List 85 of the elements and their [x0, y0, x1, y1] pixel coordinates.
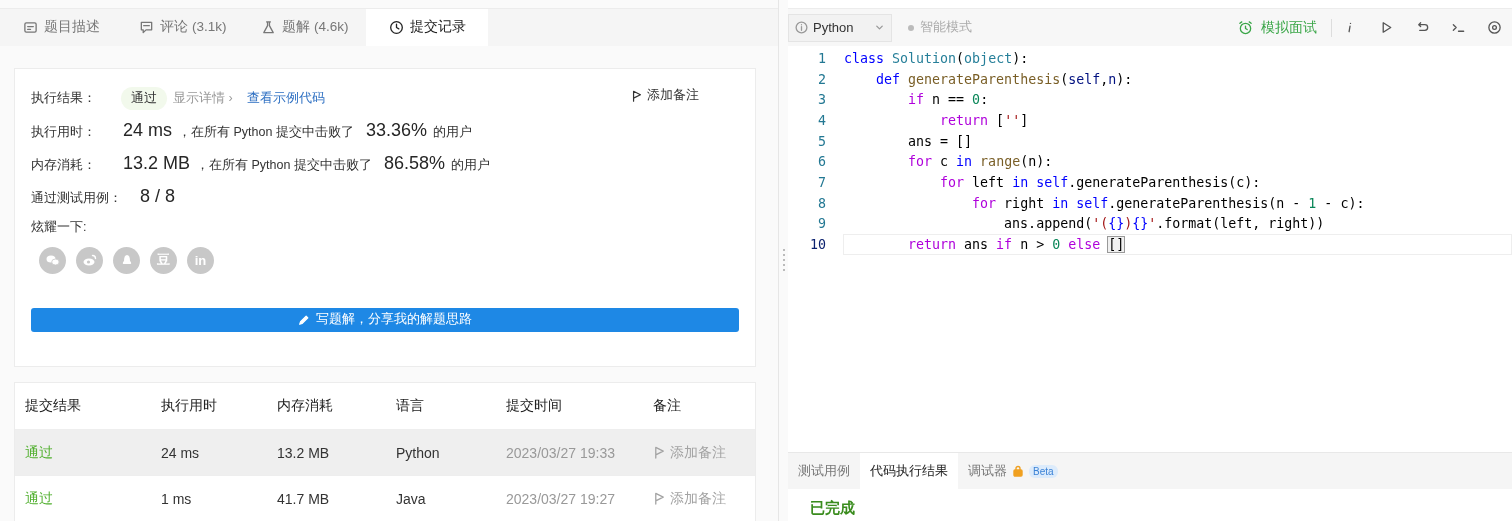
code-line: for left in self.generateParenthesis(c):: [939, 173, 1262, 192]
column-header: 备注: [653, 397, 682, 415]
comment-icon: [139, 19, 155, 35]
result-label: 执行结果：: [31, 89, 97, 107]
code-line: class Solution(object):: [843, 49, 1030, 68]
memory-text: ，在所有 Python 提交中击败了: [196, 156, 372, 174]
memory-percent: 86.58%: [383, 152, 445, 174]
table-cell-text: 24 ms: [161, 444, 201, 461]
column-header: 执行用时: [161, 397, 218, 415]
code-line: def generateParenthesis(self,n):: [875, 70, 1134, 89]
line-number: 6: [817, 154, 826, 170]
line-number: 1: [817, 50, 826, 66]
runtime-percent: 33.36%: [365, 119, 427, 141]
splitter-handle[interactable]: [778, 0, 788, 521]
memory-suffix: 的用户: [451, 156, 490, 174]
tab[interactable]: 评论 (3.1k): [122, 9, 244, 46]
status-badge: 通过: [121, 86, 167, 110]
status-cell-text: 通过: [25, 489, 54, 508]
flask-icon: [261, 19, 277, 35]
column-header: 语言: [396, 397, 425, 415]
details-link[interactable]: 显示详情 ›: [173, 89, 233, 107]
column-header: 提交时间: [506, 397, 563, 415]
table-cell-text: 2023/03/27 19:33: [506, 444, 616, 461]
table-cell-text: 41.7 MB: [277, 490, 331, 507]
chat-bubbles-icon[interactable]: [39, 246, 66, 274]
code-line: return ['']: [939, 111, 1030, 130]
table-row[interactable]: 通过 24 ms 13.2 MB Python 2023/03/27 19:33 添加备注: [15, 429, 755, 475]
code-line: for right in self.generateParenthesis(n - 1 - c):: [971, 194, 1366, 213]
write-solution-button[interactable]: 写题解，分享我的解题思路: [31, 307, 739, 332]
flag-icon: [653, 492, 666, 505]
info-icon: [795, 21, 808, 34]
runtime-suffix: 的用户: [432, 123, 472, 141]
add-note-button[interactable]: 添加备注: [653, 489, 726, 508]
runtime-label: 执行用时：: [31, 123, 97, 141]
table-cell-text: 13.2 MB: [277, 444, 331, 461]
table-cell-text: 1 ms: [161, 490, 193, 507]
column-header: 提交结果: [25, 397, 82, 415]
chevron-down-icon: [874, 22, 885, 33]
tab[interactable]: 题目描述: [0, 9, 122, 46]
tab[interactable]: 提交记录: [366, 9, 488, 46]
language-dropdown[interactable]: Python: [788, 13, 892, 42]
flag-icon: [653, 446, 666, 459]
code-line: ans.append('({}){}'.format(left, right)): [1003, 215, 1326, 234]
tab[interactable]: 题解 (4.6k): [244, 9, 366, 46]
beta-badge: Beta: [1029, 464, 1058, 478]
pencil-icon: [298, 313, 310, 326]
add-note-button[interactable]: 添加备注: [653, 443, 726, 462]
line-number: 5: [817, 133, 826, 149]
test-cases-label: 通过测试用例：: [31, 189, 122, 207]
code-line: for c in range(n):: [907, 153, 1054, 172]
line-number: 9: [817, 216, 826, 232]
table-row[interactable]: 通过 1 ms 41.7 MB Java 2023/03/27 19:27 添加备注: [15, 475, 755, 521]
add-note-button[interactable]: 添加备注: [631, 87, 699, 105]
tab[interactable]: 代码执行结果: [860, 453, 958, 489]
column-header: 内存消耗: [277, 397, 334, 415]
runtime-value: 24 ms: [123, 119, 173, 141]
status-cell-text: 通过: [25, 443, 54, 462]
smart-mode-toggle[interactable]: 智能模式: [908, 19, 972, 36]
tab[interactable]: 测试用例: [788, 453, 860, 489]
code-line: if n == 0:: [907, 91, 990, 110]
share-label: 炫耀一下:: [31, 218, 87, 236]
mock-interview-button[interactable]: 模拟面试: [1238, 18, 1332, 37]
line-number: 2: [817, 71, 826, 87]
memory-label: 内存消耗：: [31, 156, 97, 174]
alarm-clock-icon: [1238, 20, 1253, 35]
line-number: 7: [817, 174, 826, 190]
status-text: 已完成: [809, 498, 856, 518]
line-number: 4: [817, 112, 826, 128]
line-number: 8: [817, 195, 826, 211]
line-number: 3: [817, 92, 826, 108]
table-cell-text: Python: [396, 444, 441, 461]
runtime-text: ，在所有 Python 提交中击败了: [178, 123, 354, 141]
flag-icon: [631, 89, 643, 102]
table-cell-text: 2023/03/27 19:27: [506, 490, 616, 507]
penguin-icon[interactable]: [113, 246, 140, 274]
document-icon: [22, 19, 38, 35]
sample-code-link[interactable]: 查看示例代码: [246, 89, 325, 107]
settings-icon: [1486, 20, 1502, 35]
clock-icon: [388, 19, 404, 35]
table-cell-text: Java: [396, 490, 427, 507]
memory-value: 13.2 MB: [123, 152, 191, 174]
test-cases-value: 8 / 8: [140, 185, 176, 207]
code-line: ans = []: [907, 132, 974, 151]
line-number: 10: [809, 237, 826, 253]
tab[interactable]: 调试器 Beta: [958, 453, 1068, 489]
